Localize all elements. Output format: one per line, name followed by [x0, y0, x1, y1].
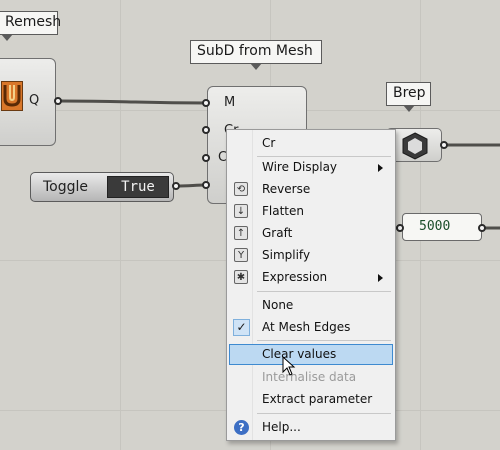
simplify-icon: Y [234, 248, 248, 262]
grasshopper-canvas[interactable]: Remesh SubD from Mesh Brep Q M Cr Cr Tog… [0, 0, 500, 450]
subd-input-grip-m[interactable] [202, 99, 210, 107]
submenu-arrow-icon [378, 164, 383, 172]
menu-header-label: Cr [262, 136, 276, 150]
menu-item-label: Simplify [262, 248, 311, 262]
menu-item-expression[interactable]: ✱ Expression [229, 267, 393, 288]
menu-separator [257, 291, 391, 292]
remesh-scribble-text: Remesh [5, 14, 62, 30]
slider-output-grip[interactable] [478, 224, 486, 232]
expression-icon: ✱ [234, 270, 248, 284]
menu-item-graft[interactable]: ↑ Graft [229, 223, 393, 244]
wire-remesh-to-subd [59, 99, 207, 105]
subd-scribble-text: SubD from Mesh [197, 43, 313, 59]
mouse-cursor-icon [282, 356, 296, 376]
brep-hexagon-icon [402, 132, 428, 160]
remesh-component[interactable]: Q [0, 58, 56, 146]
reverse-icon: ⟲ [234, 182, 248, 196]
menu-separator [257, 413, 391, 414]
subd-input-m: M [224, 95, 236, 110]
menu-item-label: Wire Display [262, 160, 338, 174]
menu-item-clear-values[interactable]: Clear values [229, 344, 393, 365]
menu-item-label: Internalise data [262, 370, 357, 384]
menu-item-help[interactable]: ? Help... [229, 417, 393, 438]
help-icon: ? [234, 420, 249, 435]
menu-separator [257, 340, 391, 341]
menu-item-label: Expression [262, 270, 328, 284]
remesh-icon [1, 81, 23, 111]
context-menu[interactable]: Cr Wire Display ⟲ Reverse ↓ Flatten ↑ Gr… [226, 129, 396, 441]
menu-item-flatten[interactable]: ↓ Flatten [229, 201, 393, 222]
menu-item-label: Extract parameter [262, 392, 373, 406]
menu-item-internalise-data: Internalise data [229, 367, 393, 388]
remesh-output-label: Q [29, 93, 40, 108]
menu-header-cr[interactable]: Cr [229, 133, 393, 154]
subd-scribble[interactable]: SubD from Mesh [190, 40, 322, 70]
menu-item-extract-parameter[interactable]: Extract parameter [229, 389, 393, 410]
subd-input-grip-cr-2[interactable] [202, 154, 210, 162]
brep-scribble[interactable]: Brep [386, 82, 431, 112]
menu-item-wire-display[interactable]: Wire Display [229, 157, 393, 178]
menu-item-label: At Mesh Edges [262, 320, 351, 334]
submenu-arrow-icon [378, 274, 383, 282]
toggle-output-grip[interactable] [172, 182, 180, 190]
menu-item-label: Reverse [262, 182, 311, 196]
brep-output-grip[interactable] [440, 141, 448, 149]
subd-input-grip-cr[interactable] [202, 126, 210, 134]
menu-item-label: Help... [262, 420, 301, 434]
menu-item-label: Clear values [262, 347, 337, 361]
remesh-scribble[interactable]: Remesh [0, 11, 62, 41]
menu-item-label: Graft [262, 226, 293, 240]
number-slider-value: 5000 [419, 219, 451, 234]
menu-item-label: Flatten [262, 204, 304, 218]
slider-input-grip[interactable] [396, 224, 404, 232]
menu-item-label: None [262, 298, 294, 312]
graft-icon: ↑ [234, 226, 248, 240]
toggle-value[interactable]: True [107, 176, 169, 198]
checkmark-icon: ✓ [233, 319, 250, 336]
remesh-output-grip[interactable] [54, 97, 62, 105]
number-slider[interactable]: 5000 [402, 213, 482, 241]
flatten-icon: ↓ [234, 204, 248, 218]
menu-item-reverse[interactable]: ⟲ Reverse [229, 179, 393, 200]
menu-item-none[interactable]: None [229, 295, 393, 316]
brep-scribble-text: Brep [393, 85, 426, 101]
menu-item-simplify[interactable]: Y Simplify [229, 245, 393, 266]
toggle-label: Toggle [43, 179, 89, 195]
menu-item-at-mesh-edges[interactable]: ✓ At Mesh Edges [229, 317, 393, 338]
boolean-toggle[interactable]: Toggle True [30, 172, 174, 202]
subd-input-grip-4[interactable] [202, 181, 210, 189]
